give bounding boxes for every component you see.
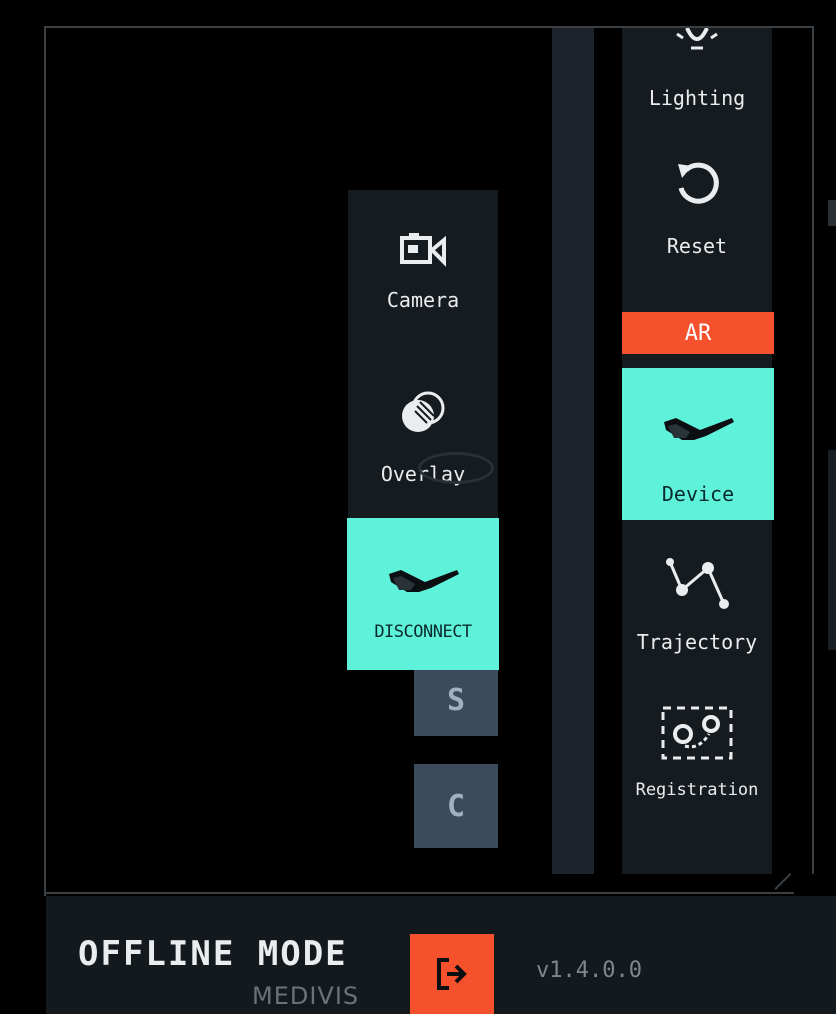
exit-button[interactable]: [410, 934, 494, 1014]
frame-bottom: [44, 892, 794, 894]
camera-icon: [399, 230, 447, 270]
ar-badge: AR: [622, 312, 774, 354]
frame-corner: [774, 873, 792, 890]
lighting-tool[interactable]: Lighting: [622, 28, 772, 110]
ar-glasses-icon: [385, 562, 461, 598]
registration-tool[interactable]: Registration: [622, 704, 772, 800]
lighting-label: Lighting: [648, 86, 746, 110]
rotate-ghost-icon: [418, 452, 494, 484]
reset-label: Reset: [666, 234, 728, 258]
camera-tool[interactable]: Camera: [348, 230, 498, 312]
ar-glasses-icon: [660, 410, 736, 446]
edge-marker: [828, 200, 836, 226]
right-toolbar: Lighting Reset AR Device Trajectory Regi…: [622, 28, 774, 874]
divider-strip: [552, 28, 594, 874]
offline-mode-label: OFFLINE MODE: [78, 934, 348, 974]
footer-bar: OFFLINE MODE MEDIVIS v1.4.0.0: [46, 896, 836, 1014]
reset-icon: [672, 158, 722, 208]
version-label: v1.4.0.0: [536, 958, 642, 983]
device-button[interactable]: Device: [622, 368, 774, 520]
disconnect-label: DISCONNECT: [374, 622, 472, 642]
c-button[interactable]: C: [414, 764, 498, 848]
disconnect-button[interactable]: DISCONNECT: [347, 518, 499, 670]
exit-icon: [435, 956, 469, 992]
lightbulb-icon: [669, 28, 725, 58]
frame-left: [44, 26, 46, 896]
frame-right: [812, 26, 814, 874]
s-button[interactable]: S: [414, 664, 498, 736]
device-label: Device: [661, 482, 735, 506]
trajectory-label: Trajectory: [636, 630, 758, 654]
camera-label: Camera: [386, 288, 460, 312]
edge-marker: [828, 450, 836, 650]
brand-label: MEDIVIS: [252, 982, 360, 1010]
overlay-icon: [398, 390, 448, 436]
registration-icon: [659, 704, 735, 762]
trajectory-icon: [662, 554, 732, 610]
registration-label: Registration: [635, 780, 759, 800]
trajectory-tool[interactable]: Trajectory: [622, 554, 772, 654]
reset-tool[interactable]: Reset: [622, 158, 772, 258]
